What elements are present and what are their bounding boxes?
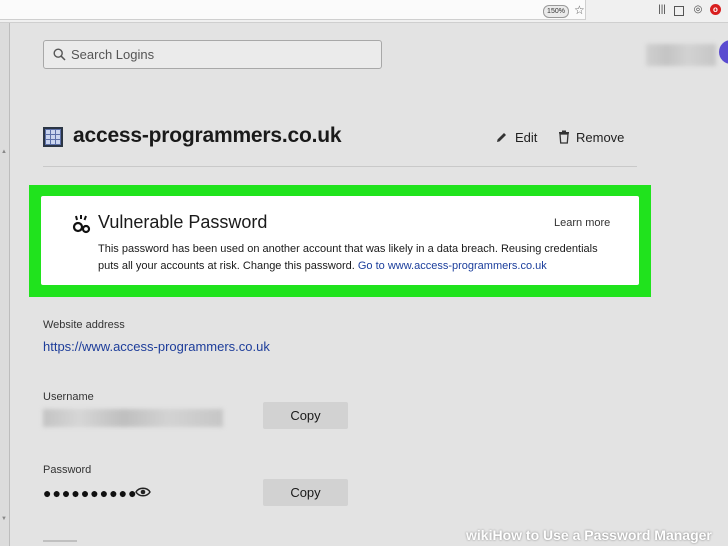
bookmark-star-icon[interactable]: ☆ bbox=[574, 3, 585, 17]
page-title: access-programmers.co.uk bbox=[73, 124, 342, 147]
lockwise-icon[interactable]: ◎ bbox=[692, 4, 704, 16]
avatar[interactable] bbox=[719, 40, 728, 64]
edit-button[interactable]: Edit bbox=[495, 128, 537, 146]
login-list-scrollbar[interactable]: ▲ ▼ bbox=[0, 23, 10, 546]
learn-more-link[interactable]: Learn more bbox=[554, 217, 610, 229]
watermark-title: How to Use a Password Manager bbox=[492, 527, 712, 543]
divider bbox=[43, 540, 77, 542]
alert-message: This password has been used on another a… bbox=[98, 241, 618, 275]
zoom-level-badge[interactable]: 150% bbox=[543, 5, 569, 18]
watermark-wiki: wiki bbox=[466, 527, 493, 543]
go-to-site-link[interactable]: Go to www.access-programmers.co.uk bbox=[358, 260, 547, 272]
search-logins-box[interactable] bbox=[43, 40, 382, 69]
pencil-icon bbox=[497, 132, 506, 142]
username-value-blurred bbox=[43, 409, 223, 427]
trash-icon bbox=[559, 130, 569, 144]
show-password-eye-icon[interactable] bbox=[135, 486, 151, 498]
wikihow-watermark: wikiHow to Use a Password Manager bbox=[466, 527, 712, 546]
broken-link-warning-icon bbox=[72, 215, 91, 234]
sidebar-icon[interactable] bbox=[674, 6, 684, 16]
site-favicon-icon bbox=[43, 127, 63, 147]
alert-title: Vulnerable Password bbox=[98, 212, 268, 232]
copy-password-button[interactable]: Copy bbox=[263, 479, 348, 506]
search-input[interactable] bbox=[71, 41, 371, 68]
scroll-down-icon[interactable]: ▼ bbox=[1, 516, 7, 522]
username-label: Username bbox=[43, 391, 94, 403]
extension-icon[interactable]: o bbox=[710, 4, 721, 15]
browser-toolbar: 150% ☆ ||| ◎ o bbox=[0, 0, 728, 23]
search-icon bbox=[53, 48, 66, 61]
remove-label: Remove bbox=[576, 129, 625, 145]
password-value: ●●●●●●●●●● bbox=[43, 485, 138, 501]
address-bar[interactable] bbox=[0, 0, 586, 20]
copy-username-button[interactable]: Copy bbox=[263, 402, 348, 429]
edit-label: Edit bbox=[515, 129, 538, 145]
website-address-link[interactable]: https://www.access-programmers.co.uk bbox=[43, 339, 270, 354]
scroll-up-icon[interactable]: ▲ bbox=[1, 149, 7, 155]
vulnerable-password-alert: Vulnerable Password Learn more This pass… bbox=[41, 196, 639, 285]
password-label: Password bbox=[43, 464, 92, 476]
account-name-blurred[interactable] bbox=[646, 44, 716, 66]
divider bbox=[43, 166, 637, 167]
remove-button[interactable]: Remove bbox=[558, 128, 624, 146]
library-icon[interactable]: ||| bbox=[656, 4, 668, 16]
website-address-label: Website address bbox=[43, 319, 125, 331]
